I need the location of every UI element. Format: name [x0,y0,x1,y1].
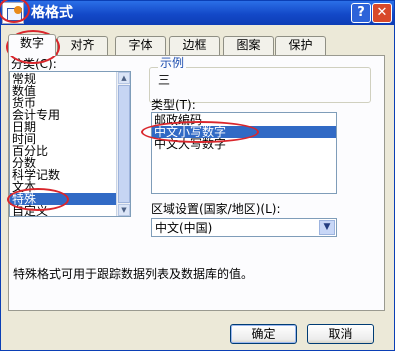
window-title: 格格式 [31,5,73,21]
category-scrollbar[interactable]: ▲ ▼ [116,72,130,216]
tab-number[interactable]: 数字 [8,34,56,56]
locale-value: 中文(中国) [155,221,213,235]
locale-label: 区域设置(国家/地区)(L): [151,202,281,216]
annotation-circle-special [7,188,69,211]
title-bar[interactable]: 格格式 ? ✕ [1,1,394,25]
locale-dropdown[interactable]: 中文(中国) ▼ [151,218,337,237]
help-button[interactable]: ? [351,3,371,23]
close-button[interactable]: ✕ [372,3,392,23]
format-description: 特殊格式可用于跟踪数据列表及数据库的值。 [13,267,254,281]
sample-label: 示例 [158,56,187,70]
annotation-circle-type [141,121,259,143]
tab-patterns[interactable]: 图案 [223,36,274,55]
scroll-thumb[interactable] [118,85,130,203]
tab-border[interactable]: 边框 [169,36,220,55]
sample-value: 三 [158,73,171,87]
tab-alignment[interactable]: 对齐 [57,36,108,55]
scroll-up-icon[interactable]: ▲ [118,72,130,84]
format-cells-dialog: 格格式 ? ✕ 数字 对齐 字体 边框 图案 保护 分类(C): 常规 数值 货币会… [0,0,395,351]
ok-button[interactable]: 确定 [230,324,297,344]
scroll-down-icon[interactable]: ▼ [118,204,130,216]
type-label: 类型(T): [151,98,196,112]
tab-font[interactable]: 字体 [115,36,166,55]
cancel-button[interactable]: 取消 [307,324,374,344]
tab-protection[interactable]: 保护 [275,36,326,55]
chevron-down-icon[interactable]: ▼ [319,220,335,235]
